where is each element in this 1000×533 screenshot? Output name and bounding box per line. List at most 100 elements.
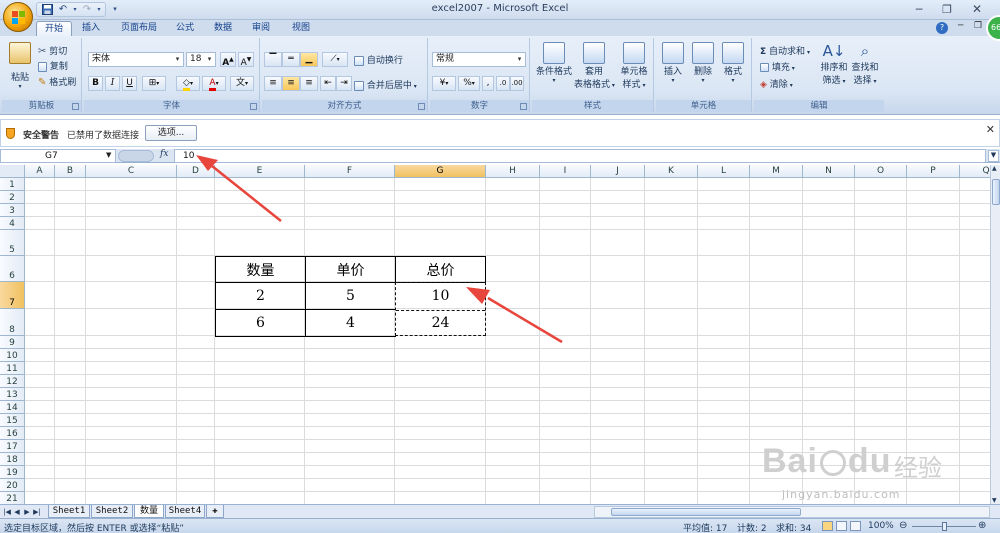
column-header-d[interactable]: D xyxy=(177,165,215,178)
phonetic-button[interactable]: 文▾ xyxy=(230,76,254,91)
zoom-in-icon[interactable]: ⊕ xyxy=(978,520,986,531)
minimize-icon[interactable]: ─ xyxy=(906,1,932,17)
number-launcher-icon[interactable] xyxy=(520,103,527,110)
percent-button[interactable]: %▾ xyxy=(458,76,480,91)
borders-button[interactable]: ⊞▾ xyxy=(142,76,166,91)
sheet-tab-sheet2[interactable]: Sheet2 xyxy=(91,505,133,518)
page-layout-view-icon[interactable] xyxy=(836,521,847,531)
vertical-scroll-thumb[interactable] xyxy=(992,179,1000,205)
column-header-f[interactable]: F xyxy=(305,165,395,178)
clipboard-launcher-icon[interactable] xyxy=(72,103,79,110)
merge-center-button[interactable]: 合并后居中 ▾ xyxy=(354,78,417,91)
tab-insert[interactable]: 插入 xyxy=(76,21,106,36)
column-header-m[interactable]: M xyxy=(750,165,803,178)
tab-formulas[interactable]: 公式 xyxy=(170,21,200,36)
clear-button[interactable]: ◈ 清除 ▾ xyxy=(760,77,793,90)
copy-button[interactable]: 复制 xyxy=(38,59,68,72)
font-launcher-icon[interactable] xyxy=(250,103,257,110)
column-header-c[interactable]: C xyxy=(86,165,177,178)
grow-font-button[interactable]: A▲ xyxy=(220,52,236,68)
find-select-button[interactable]: ⌕ 查找和 选择 ▾ xyxy=(850,42,880,86)
align-middle-button[interactable]: ═ xyxy=(282,52,300,67)
header-total-price[interactable]: 总价 xyxy=(396,257,485,282)
row-header-11[interactable]: 11 xyxy=(0,362,25,375)
last-sheet-icon[interactable]: ▶| xyxy=(32,506,42,518)
align-right-button[interactable]: ≡ xyxy=(300,76,318,91)
sort-filter-button[interactable]: A↓ 排序和 筛选 ▾ xyxy=(820,42,848,86)
comma-button[interactable]: , xyxy=(482,76,494,91)
page-break-view-icon[interactable] xyxy=(850,521,861,531)
alignment-launcher-icon[interactable] xyxy=(418,103,425,110)
paste-button[interactable]: 粘贴 ▾ xyxy=(8,42,32,90)
insert-function-icon[interactable]: fx xyxy=(160,149,168,159)
font-name-select[interactable]: 宋体 ▾ xyxy=(88,52,184,67)
help-icon[interactable]: ? xyxy=(936,22,948,34)
row-header-4[interactable]: 4 xyxy=(0,217,25,230)
row-header-20[interactable]: 20 xyxy=(0,479,25,492)
font-color-button[interactable]: A▾ xyxy=(202,76,226,91)
tab-data[interactable]: 数据 xyxy=(208,21,238,36)
row-header-8[interactable]: 8 xyxy=(0,309,25,336)
restore-icon[interactable]: ❐ xyxy=(934,1,960,17)
column-header-j[interactable]: J xyxy=(591,165,645,178)
format-painter-button[interactable]: ✎ 格式刷 xyxy=(38,75,76,88)
orientation-button[interactable]: ⟋▾ xyxy=(322,52,348,67)
column-header-q[interactable]: Q xyxy=(960,165,990,178)
header-quantity[interactable]: 数量 xyxy=(216,257,305,282)
row-header-12[interactable]: 12 xyxy=(0,375,25,388)
align-center-button[interactable]: ≡ xyxy=(282,76,300,91)
increase-decimal-button[interactable]: .0 xyxy=(496,76,510,91)
ribbon-restore-icon[interactable]: ❐ xyxy=(974,21,982,31)
column-header-p[interactable]: P xyxy=(907,165,960,178)
align-left-button[interactable]: ≡ xyxy=(264,76,282,91)
row-header-16[interactable]: 16 xyxy=(0,427,25,440)
row-header-17[interactable]: 17 xyxy=(0,440,25,453)
number-format-select[interactable]: 常规 ▾ xyxy=(432,52,526,67)
column-header-g[interactable]: G xyxy=(395,165,486,178)
column-header-l[interactable]: L xyxy=(698,165,750,178)
zoom-slider-thumb[interactable] xyxy=(942,522,947,531)
fill-button[interactable]: 填充 ▾ xyxy=(760,60,795,73)
zoom-out-icon[interactable]: ⊖ xyxy=(899,520,907,531)
tab-page-layout[interactable]: 页面布局 xyxy=(112,21,166,36)
row-header-5[interactable]: 5 xyxy=(0,230,25,256)
tab-view[interactable]: 视图 xyxy=(286,21,316,36)
decrease-indent-button[interactable]: ⇤ xyxy=(320,76,336,91)
normal-view-icon[interactable] xyxy=(822,521,833,531)
close-icon[interactable]: ✕ xyxy=(986,123,995,136)
table-cell[interactable]: 2 xyxy=(216,283,305,309)
row-header-10[interactable]: 10 xyxy=(0,349,25,362)
sheet-tab-quantity[interactable]: 数量 xyxy=(134,505,164,518)
underline-button[interactable]: U xyxy=(122,76,137,91)
security-options-button[interactable]: 选项... xyxy=(145,125,197,141)
row-header-13[interactable]: 13 xyxy=(0,388,25,401)
table-cell[interactable]: 6 xyxy=(216,310,305,336)
zoom-level[interactable]: 100% xyxy=(868,521,894,531)
cut-button[interactable]: ✂ 剪切 xyxy=(38,44,67,57)
horizontal-scrollbar[interactable] xyxy=(594,506,990,518)
autosum-button[interactable]: Σ 自动求和 ▾ xyxy=(760,44,810,57)
row-header-21[interactable]: 21 xyxy=(0,492,25,504)
shrink-font-button[interactable]: A▼ xyxy=(238,52,254,68)
column-header-i[interactable]: I xyxy=(540,165,591,178)
chevron-down-icon[interactable]: ▼ xyxy=(106,149,111,162)
header-unit-price[interactable]: 单价 xyxy=(306,257,395,282)
row-header-7[interactable]: 7 xyxy=(0,282,25,309)
sheet-tab-sheet1[interactable]: Sheet1 xyxy=(48,505,90,518)
column-header-h[interactable]: H xyxy=(486,165,540,178)
row-header-18[interactable]: 18 xyxy=(0,453,25,466)
next-sheet-icon[interactable]: ▶ xyxy=(22,506,32,518)
close-icon[interactable]: ✕ xyxy=(964,1,990,17)
row-header-6[interactable]: 6 xyxy=(0,256,25,282)
fill-color-button[interactable]: ◇▾ xyxy=(176,76,200,91)
cell-styles-button[interactable]: 单元格 样式 ▾ xyxy=(616,42,652,90)
column-header-n[interactable]: N xyxy=(803,165,855,178)
column-header-k[interactable]: K xyxy=(645,165,698,178)
insert-cells-button[interactable]: 插入 ▾ xyxy=(660,42,686,84)
name-box[interactable]: G7 xyxy=(0,149,116,163)
italic-button[interactable]: I xyxy=(105,76,120,91)
row-header-1[interactable]: 1 xyxy=(0,178,25,191)
currency-button[interactable]: ¥▾ xyxy=(432,76,456,91)
office-button[interactable] xyxy=(3,2,33,32)
bold-button[interactable]: B xyxy=(88,76,103,91)
